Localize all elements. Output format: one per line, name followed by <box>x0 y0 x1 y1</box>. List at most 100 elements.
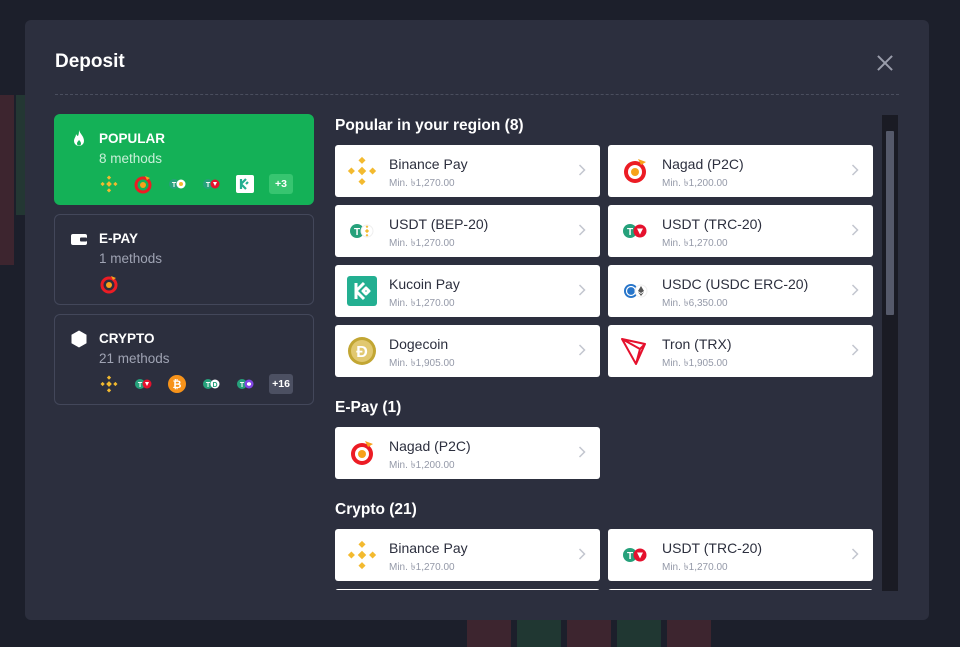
svg-text:T: T <box>627 227 633 238</box>
background-candle <box>0 95 14 265</box>
method-card-usdt-trc20[interactable]: T USDT (TRC-20) Min. ৳1,270.00 <box>608 205 873 257</box>
method-min: Min. ৳1,270.00 <box>662 562 728 573</box>
usdt-trc20-icon: T <box>135 379 152 389</box>
nagad-icon <box>624 159 646 183</box>
method-min: Min. ৳1,905.00 <box>662 358 728 369</box>
method-name: Nagad (P2C) <box>662 156 744 172</box>
method-card-dogecoin[interactable]: Ð Dogecoin Min. ৳1,905.00 <box>335 325 600 377</box>
binance-icon <box>347 156 377 186</box>
svg-text:T: T <box>138 382 143 389</box>
dogecoin-icon: Ð <box>348 337 376 365</box>
method-card-binance-pay[interactable]: Binance Pay Min. ৳1,270.00 <box>335 529 600 581</box>
method-min: Min. ৳1,270.00 <box>389 238 455 249</box>
binance-icon <box>347 540 377 570</box>
usdc-erc20-icon <box>624 284 648 298</box>
svg-text:₿: ₿ <box>173 379 182 391</box>
method-name: Dogecoin <box>389 336 449 352</box>
chevron-right-icon <box>851 164 859 176</box>
background-candle <box>617 620 661 647</box>
category-count: 8 methods <box>99 151 163 166</box>
method-min: Min. ৳1,270.00 <box>389 562 455 573</box>
method-name: USDT (TRC-20) <box>662 216 763 232</box>
method-min: Min. ৳1,905.00 <box>389 358 455 369</box>
kucoin-icon <box>347 276 377 306</box>
category-popular[interactable]: POPULAR 8 methods T T +3 <box>54 114 314 205</box>
binance-icon <box>100 375 118 393</box>
header-divider <box>55 94 899 95</box>
method-name: Kucoin Pay <box>389 276 460 292</box>
chevron-right-icon <box>578 164 586 176</box>
method-min: Min. ৳1,200.00 <box>662 178 728 189</box>
method-card-partial[interactable] <box>335 589 600 590</box>
modal-title: Deposit <box>55 51 125 72</box>
category-count: 21 methods <box>99 351 170 366</box>
svg-text:T: T <box>206 382 211 389</box>
method-card-kucoin-pay[interactable]: Kucoin Pay Min. ৳1,270.00 <box>335 265 600 317</box>
svg-text:T: T <box>172 182 177 189</box>
section-title-popular: Popular in your region (8) <box>335 117 524 134</box>
usdt-trc20-icon: T <box>623 548 647 562</box>
svg-text:T: T <box>240 382 245 389</box>
methods-list: Popular in your region (8) Binance Pay M… <box>335 114 881 590</box>
usdt-bep20-icon: T <box>350 224 374 238</box>
deposit-modal: Deposit POPULAR 8 methods T T +3 E-PAY 1… <box>25 20 929 620</box>
method-name: USDT (TRC-20) <box>662 540 763 556</box>
method-card-usdc-erc20[interactable]: USDC (USDC ERC-20) Min. ৳6,350.00 <box>608 265 873 317</box>
method-min: Min. ৳1,270.00 <box>389 298 455 309</box>
usdt-bep20-icon: TD <box>203 379 220 389</box>
method-name: Binance Pay <box>389 156 468 172</box>
category-count: 1 methods <box>99 251 163 266</box>
method-card-usdt-bep20[interactable]: T USDT (BEP-20) Min. ৳1,270.00 <box>335 205 600 257</box>
method-card-binance-pay[interactable]: Binance Pay Min. ৳1,270.00 <box>335 145 600 197</box>
scrollbar-track[interactable] <box>882 115 898 591</box>
svg-text:T: T <box>206 182 211 189</box>
scrollbar-thumb[interactable] <box>886 131 894 315</box>
svg-text:T: T <box>627 551 633 562</box>
category-name: POPULAR <box>99 131 166 146</box>
background-candle <box>667 620 711 647</box>
svg-text:Ð: Ð <box>356 344 368 361</box>
background-candle <box>567 620 611 647</box>
section-title-epay: E-Pay (1) <box>335 399 402 416</box>
method-card-nagad[interactable]: Nagad (P2C) Min. ৳1,200.00 <box>335 427 600 479</box>
chevron-right-icon <box>578 284 586 296</box>
category-name: E-PAY <box>99 231 139 246</box>
method-min: Min. ৳6,350.00 <box>662 298 728 309</box>
method-min: Min. ৳1,270.00 <box>662 238 728 249</box>
hexagon-icon <box>71 330 87 348</box>
chevron-right-icon <box>578 344 586 356</box>
tron-icon <box>621 338 646 365</box>
method-name: Binance Pay <box>389 540 468 556</box>
method-card-partial[interactable] <box>608 589 873 590</box>
method-name: USDT (BEP-20) <box>389 216 489 232</box>
binance-icon <box>100 175 118 193</box>
chevron-right-icon <box>578 446 586 458</box>
more-methods-badge: +3 <box>269 174 293 194</box>
background-candle <box>467 620 511 647</box>
method-min: Min. ৳1,270.00 <box>389 178 455 189</box>
usdt-polygon-icon: T <box>237 379 254 389</box>
chevron-right-icon <box>851 548 859 560</box>
method-name: Tron (TRX) <box>662 336 732 352</box>
svg-text:D: D <box>212 382 217 389</box>
usdt-trc20-icon: T <box>203 179 220 189</box>
close-icon[interactable] <box>875 53 895 73</box>
nagad-icon <box>351 441 373 465</box>
nagad-icon <box>100 276 118 294</box>
background-candle <box>517 620 561 647</box>
category-name: CRYPTO <box>99 331 155 346</box>
method-card-usdt-trc20[interactable]: T USDT (TRC-20) Min. ৳1,270.00 <box>608 529 873 581</box>
method-min: Min. ৳1,200.00 <box>389 460 455 471</box>
method-name: USDC (USDC ERC-20) <box>662 276 809 292</box>
category-crypto[interactable]: CRYPTO 21 methods T ₿ TD T +16 <box>54 314 314 405</box>
fire-icon <box>74 130 84 146</box>
chevron-right-icon <box>851 344 859 356</box>
wallet-icon <box>71 234 87 245</box>
method-name: Nagad (P2C) <box>389 438 471 454</box>
chevron-right-icon <box>578 224 586 236</box>
category-epay[interactable]: E-PAY 1 methods <box>54 214 314 305</box>
method-card-nagad[interactable]: Nagad (P2C) Min. ৳1,200.00 <box>608 145 873 197</box>
section-title-crypto: Crypto (21) <box>335 501 417 518</box>
usdt-trc20-icon: T <box>623 224 647 238</box>
method-card-tron[interactable]: Tron (TRX) Min. ৳1,905.00 <box>608 325 873 377</box>
